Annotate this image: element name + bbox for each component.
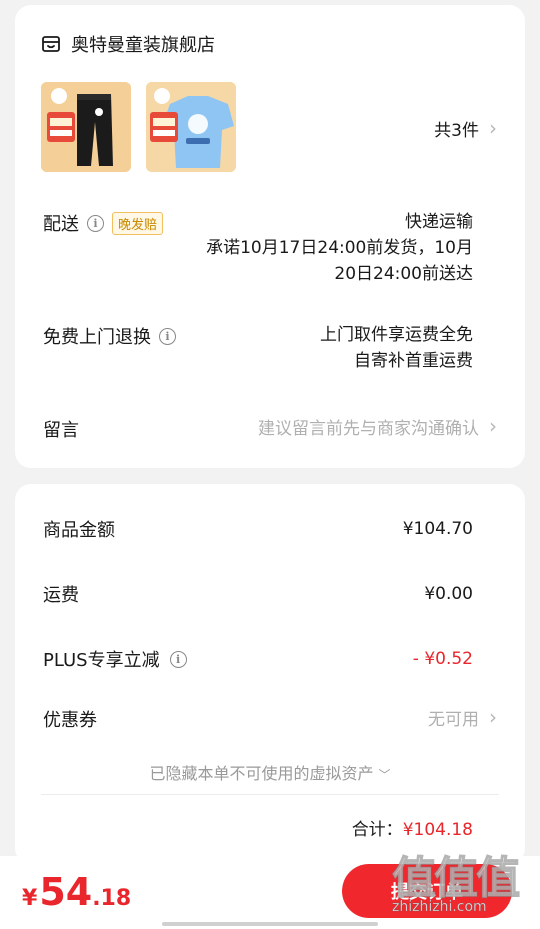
delivery-label: 配送 bbox=[43, 214, 79, 235]
pay-amount-decimal: .18 bbox=[92, 886, 132, 911]
item-count: 共3件 bbox=[434, 121, 479, 141]
store-name: 奥特曼童装旗舰店 bbox=[71, 35, 215, 56]
note-label: 留言 bbox=[43, 416, 79, 442]
divider bbox=[41, 794, 499, 795]
currency-symbol: ¥ bbox=[22, 886, 38, 911]
chevron-right-icon: › bbox=[489, 413, 497, 438]
total-row: 合计： ¥104.18 bbox=[352, 815, 473, 840]
goods-amount-label: 商品金额 bbox=[43, 520, 115, 541]
delivery-promise-line1: 承诺10月17日24:00前发货，10月 bbox=[206, 238, 473, 258]
pay-amount-integer: 54 bbox=[39, 870, 93, 914]
info-icon[interactable]: i bbox=[87, 214, 104, 232]
note-input[interactable]: 建议留言前先与商家沟通确认 › bbox=[258, 413, 497, 440]
store-header[interactable]: 奥特曼童装旗舰店 bbox=[41, 31, 215, 57]
delivery-method: 快递运输 bbox=[405, 212, 473, 232]
delivery-info[interactable]: 快递运输 承诺10月17日24:00前发货，10月 20日24:00前送达 bbox=[206, 209, 473, 287]
submit-order-button[interactable]: 提交订单 bbox=[342, 864, 512, 918]
plus-discount-label-row: PLUS专享立减 i bbox=[43, 646, 187, 672]
plus-discount-value: - ¥0.52 bbox=[412, 649, 473, 669]
home-indicator[interactable] bbox=[162, 922, 378, 926]
store-icon bbox=[42, 36, 60, 52]
coupon-selector[interactable]: 无可用 › bbox=[428, 704, 497, 731]
delivery-label-row: 配送 i 晚发赔 bbox=[43, 210, 164, 236]
plus-discount-label: PLUS专享立减 bbox=[43, 650, 160, 671]
goods-amount-value: ¥104.70 bbox=[402, 519, 473, 539]
order-card: 奥特曼童装旗舰店 共3件 › 配送 i 晚发赔 快递运输 承诺10月17日24:… bbox=[15, 5, 525, 468]
info-icon[interactable]: i bbox=[169, 650, 187, 668]
sweater-image bbox=[146, 82, 236, 172]
hidden-assets-toggle[interactable]: 已隐藏本单不可使用的虚拟资产 ﹀ bbox=[15, 760, 525, 784]
shipping-label: 运费 bbox=[43, 585, 79, 606]
info-icon[interactable]: i bbox=[159, 327, 176, 345]
coupon-label: 优惠券 bbox=[43, 710, 97, 731]
return-label-row: 免费上门退换 i bbox=[43, 323, 176, 349]
shipping-value: ¥0.00 bbox=[424, 584, 473, 604]
return-label: 免费上门退换 bbox=[43, 327, 151, 348]
checkout-bar: ¥ 54 .18 提交订单 bbox=[0, 856, 540, 929]
pants-image bbox=[41, 82, 131, 172]
return-line2: 自寄补首重运费 bbox=[354, 351, 473, 371]
total-value: ¥104.18 bbox=[402, 820, 473, 840]
total-label: 合计： bbox=[351, 820, 403, 840]
chevron-right-icon: › bbox=[489, 115, 497, 140]
item-count-link[interactable]: 共3件 › bbox=[434, 115, 497, 142]
product-thumb-pants[interactable] bbox=[41, 82, 131, 172]
hidden-assets-text: 已隐藏本单不可使用的虚拟资产 bbox=[149, 764, 374, 783]
late-compensation-tag: 晚发赔 bbox=[112, 211, 164, 235]
return-line1: 上门取件享运费全免 bbox=[320, 325, 473, 345]
return-info: 上门取件享运费全免 自寄补首重运费 bbox=[320, 322, 473, 374]
note-label-text: 留言 bbox=[43, 420, 79, 441]
note-placeholder: 建议留言前先与商家沟通确认 bbox=[258, 419, 479, 439]
product-thumb-sweater[interactable] bbox=[146, 82, 236, 172]
pay-amount: ¥ 54 .18 bbox=[22, 870, 131, 914]
chevron-right-icon: › bbox=[489, 704, 497, 729]
coupon-value: 无可用 bbox=[428, 710, 479, 730]
chevron-down-icon: ﹀ bbox=[378, 768, 391, 782]
price-card: 商品金额 ¥104.70 运费 ¥0.00 PLUS专享立减 i - ¥0.52… bbox=[15, 484, 525, 864]
delivery-promise-line2: 20日24:00前送达 bbox=[334, 264, 473, 284]
